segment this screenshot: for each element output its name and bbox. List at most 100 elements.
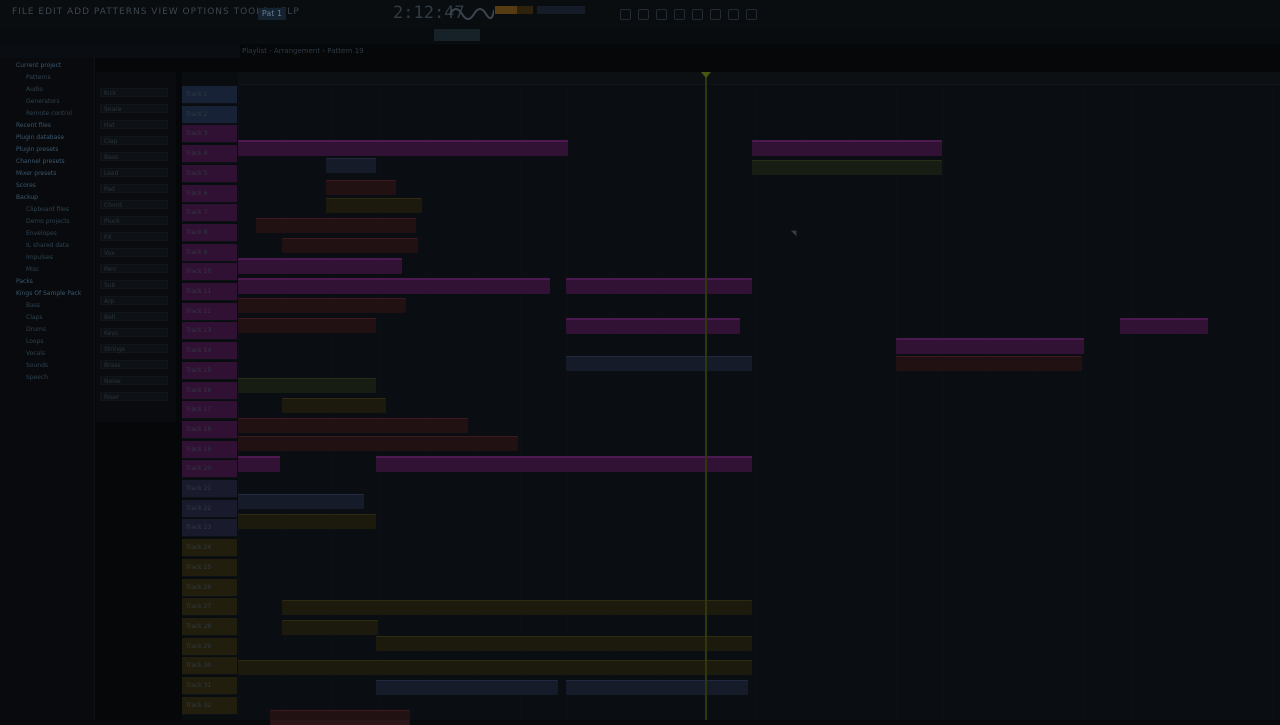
playlist-clip[interactable] — [376, 680, 558, 695]
track-header[interactable]: Track 32 — [182, 696, 237, 715]
playlist-clip[interactable] — [282, 620, 378, 635]
track-header[interactable]: Track 30 — [182, 657, 237, 676]
track-header[interactable]: Track 22 — [182, 499, 237, 518]
track-header[interactable]: Track 3 — [182, 125, 237, 144]
track-header[interactable]: Track 4 — [182, 145, 237, 164]
channel-rack-row[interactable]: Brass — [100, 360, 168, 369]
track-header[interactable]: Track 26 — [182, 578, 237, 597]
playlist-clip[interactable] — [238, 660, 376, 675]
track-header[interactable]: Track 28 — [182, 617, 237, 636]
channel-rack-row[interactable]: Noise — [100, 376, 168, 385]
browser-item[interactable]: Misc — [26, 266, 39, 273]
browser-item[interactable]: Clipboard files — [26, 206, 69, 213]
channel-rack-row[interactable]: Perc — [100, 264, 168, 273]
browser-item[interactable]: Channel presets — [16, 158, 65, 165]
channel-rack-row[interactable]: Pluck — [100, 216, 168, 225]
browser-item[interactable]: Recent files — [16, 122, 51, 129]
browser-item[interactable]: Packs — [16, 278, 33, 285]
browser-item[interactable]: Current project — [16, 62, 61, 69]
timeline-ruler[interactable] — [238, 72, 1280, 85]
browser-item[interactable]: Kings Of Sample Pack — [16, 290, 81, 297]
playlist-clip[interactable] — [238, 436, 518, 451]
browser-item[interactable]: Patterns — [26, 74, 51, 81]
snap-selector[interactable] — [434, 29, 480, 41]
channel-rack-row[interactable]: FX — [100, 232, 168, 241]
browser-item[interactable]: Audio — [26, 86, 43, 93]
play-icon[interactable] — [638, 9, 649, 20]
browser-item[interactable]: Speech — [26, 374, 48, 381]
track-header[interactable]: Track 6 — [182, 184, 237, 203]
channel-rack-row[interactable]: Kick — [100, 88, 168, 97]
playlist-clip[interactable] — [896, 338, 1084, 354]
track-header[interactable]: Track 29 — [182, 637, 237, 656]
channel-rack-row[interactable]: Bell — [100, 312, 168, 321]
pattern-selector[interactable]: Pat 1 — [258, 8, 286, 20]
track-header[interactable]: Track 1 — [182, 86, 237, 104]
track-header[interactable]: Track 23 — [182, 519, 237, 538]
channel-rack-row[interactable]: Vox — [100, 248, 168, 257]
playlist-clip[interactable] — [376, 660, 752, 675]
channel-rack-row[interactable]: Sub — [100, 280, 168, 289]
playlist-clip[interactable] — [238, 258, 402, 274]
browser-item[interactable]: Impulses — [26, 254, 53, 261]
track-header[interactable]: Track 7 — [182, 204, 237, 223]
playlist-clip[interactable] — [326, 180, 396, 195]
track-header[interactable]: Track 5 — [182, 164, 237, 183]
browser-item[interactable]: IL shared data — [26, 242, 69, 249]
playlist-clip[interactable] — [566, 680, 748, 695]
track-header[interactable]: Track 11 — [182, 283, 237, 301]
playlist-clip[interactable] — [282, 600, 378, 615]
playlist-clip[interactable] — [238, 278, 550, 294]
track-header[interactable]: Track 2 — [182, 105, 237, 124]
track-header[interactable]: Track 21 — [182, 480, 237, 498]
playhead[interactable] — [705, 72, 707, 720]
browser-item[interactable]: Demo projects — [26, 218, 70, 225]
playlist-clip[interactable] — [282, 398, 386, 413]
playlist-clip[interactable] — [1120, 318, 1208, 334]
channel-rack-row[interactable]: Lead — [100, 168, 168, 177]
channel-rack-row[interactable]: Pad — [100, 184, 168, 193]
track-header[interactable]: Track 16 — [182, 381, 237, 400]
channel-rack-row[interactable]: Clap — [100, 136, 168, 145]
playlist-clip[interactable] — [238, 318, 376, 333]
playlist-clip[interactable] — [326, 158, 376, 173]
track-header[interactable]: Track 15 — [182, 361, 237, 380]
playlist-clip[interactable] — [376, 636, 752, 651]
browser-item[interactable]: Mixer presets — [16, 170, 56, 177]
channel-rack-row[interactable]: Snare — [100, 104, 168, 113]
browser-item[interactable]: Plugin database — [16, 134, 64, 141]
playlist-clip[interactable] — [238, 378, 376, 393]
channel-rack-row[interactable]: Riser — [100, 392, 168, 401]
playlist-clip[interactable] — [376, 600, 752, 615]
track-header[interactable]: Track 20 — [182, 460, 237, 479]
track-header[interactable]: Track 27 — [182, 598, 237, 617]
playlist-clip[interactable] — [752, 140, 942, 156]
browser-item[interactable]: Sounds — [26, 362, 48, 369]
track-header[interactable]: Track 17 — [182, 401, 237, 420]
browser-icon[interactable] — [728, 9, 739, 20]
channel-rack-row[interactable]: Bass — [100, 152, 168, 161]
mixer-icon[interactable] — [674, 9, 685, 20]
playlist-clip[interactable] — [238, 514, 376, 529]
track-header[interactable]: Track 24 — [182, 539, 237, 558]
track-header[interactable]: Track 14 — [182, 342, 237, 361]
browser-item[interactable]: Generators — [26, 98, 60, 105]
browser-item[interactable]: Envelopes — [26, 230, 57, 237]
browser-item[interactable]: Vocals — [26, 350, 45, 357]
plugin-icon[interactable] — [746, 9, 757, 20]
playlist-clip[interactable] — [282, 238, 418, 253]
track-header[interactable]: Track 12 — [182, 302, 237, 321]
playlist-clip[interactable] — [566, 356, 752, 371]
browser-item[interactable]: Drums — [26, 326, 46, 333]
track-header[interactable]: Track 18 — [182, 420, 237, 439]
browser-item[interactable]: Remote control — [26, 110, 72, 117]
channel-rack-row[interactable]: Hat — [100, 120, 168, 129]
browser-item[interactable]: Loops — [26, 338, 44, 345]
playlist-clip[interactable] — [566, 318, 740, 334]
playlist-clip[interactable] — [376, 456, 752, 472]
playlist-clip[interactable] — [896, 356, 1082, 371]
channel-rack-row[interactable]: Strings — [100, 344, 168, 353]
track-header[interactable]: Track 13 — [182, 322, 237, 341]
playlist-clip[interactable] — [238, 494, 364, 509]
browser-item[interactable]: Plugin presets — [16, 146, 58, 153]
